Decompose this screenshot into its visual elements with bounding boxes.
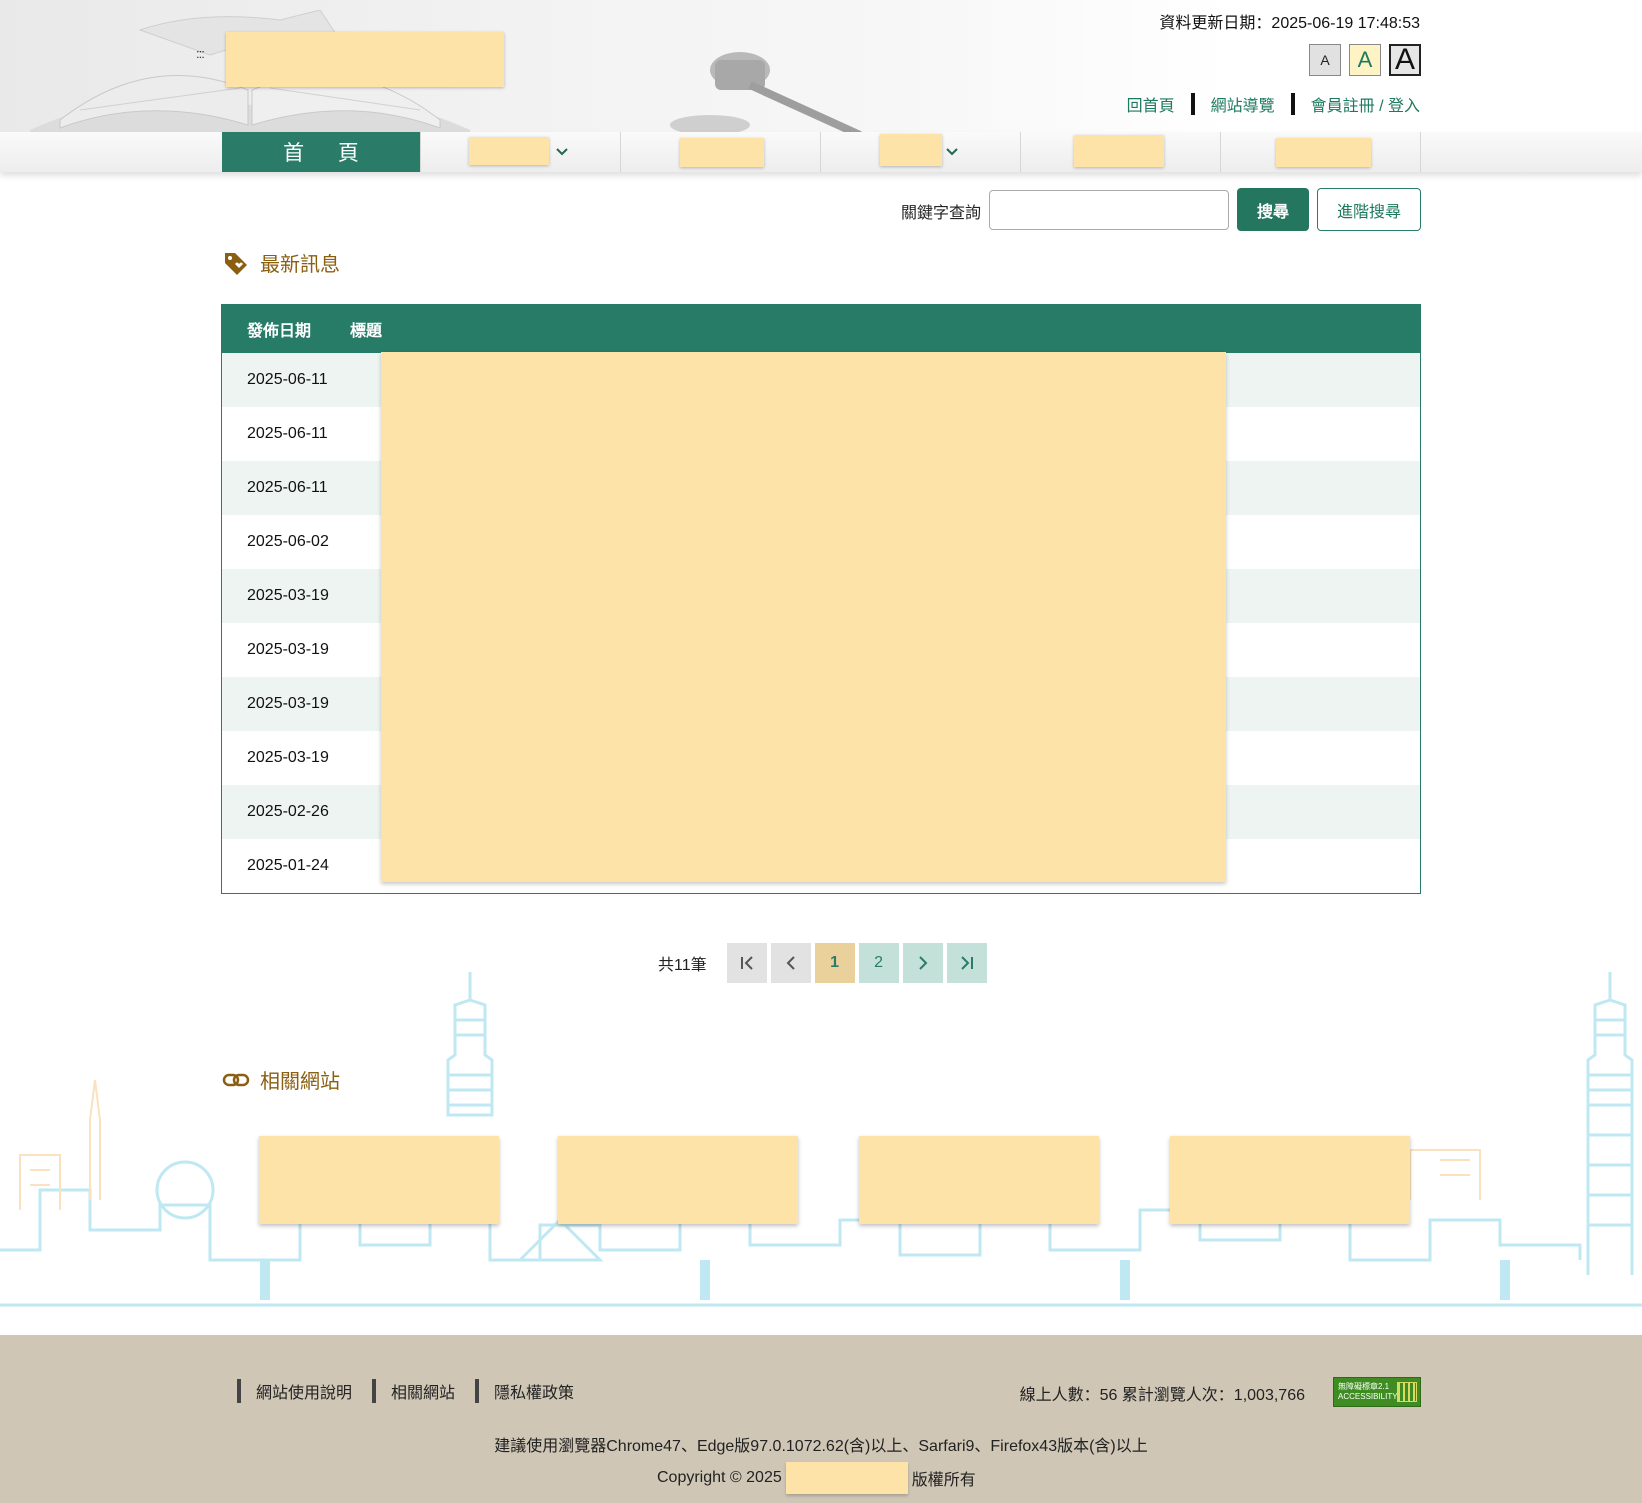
next-page-button[interactable] [902,943,943,983]
related-heading-text: 相關網站 [260,1071,340,1093]
nav-label-redacted [1074,135,1164,167]
footer-links: 網站使用說明 相關網站 隱私權政策 [237,1379,594,1403]
news-heading-text: 最新訊息 [260,254,340,276]
main-nav: 首 頁 [0,132,1642,172]
row-date: 2025-06-11 [247,425,328,442]
nav-label-redacted [469,137,549,165]
font-large-button[interactable]: A [1389,43,1421,76]
footer-link-usage[interactable]: 網站使用說明 [256,1379,352,1403]
page-1-button[interactable]: 1 [814,943,855,983]
font-size-switcher: A A A [1309,43,1421,76]
footer-link-related[interactable]: 相關網站 [391,1379,455,1403]
row-date: 2025-03-19 [247,695,329,712]
nav-item-6[interactable] [1221,132,1421,172]
copyright-prefix: Copyright © 2025 [657,1469,782,1486]
accessibility-badge-text: 無障礙標章2.1 ACCESSIBILITY [1338,1382,1398,1401]
advanced-search-button[interactable]: 進階搜尋 [1317,188,1421,231]
divider [1290,93,1295,115]
site-header: ::: 資料更新日期：2025-06-19 17:48:53 A A A 回首頁… [0,0,1642,132]
chevron-left-icon [786,956,795,970]
chevron-down-icon [946,148,958,156]
divider [1190,93,1195,115]
gavel-illustration [670,52,862,132]
news-heading: 最新訊息 [222,248,340,277]
search-label: 關鍵字查詢 [901,205,982,222]
home-link[interactable]: 回首頁 [1127,92,1175,116]
font-medium-button[interactable]: A [1349,44,1381,76]
table-header: 發佈日期 標題 [222,305,1420,353]
page-2-button[interactable]: 2 [858,943,899,983]
row-date: 2025-06-11 [247,479,328,496]
nav-label-redacted [880,134,942,166]
related-heading: 相關網站 [222,1065,340,1094]
site-logo[interactable] [226,32,504,87]
sitemap-link[interactable]: 網站導覽 [1211,92,1275,116]
divider [237,1379,241,1403]
redacted-owner [785,1462,908,1494]
visitor-counter: 線上人數：56 累計瀏覽人次：1,003,766 [1019,1387,1305,1404]
nav-home[interactable]: 首 頁 [222,132,421,172]
member-login-link[interactable]: 會員註冊 / 登入 [1311,92,1420,116]
first-page-icon [740,956,753,970]
row-date: 2025-06-11 [247,371,328,388]
nav-item-3[interactable] [621,132,821,172]
nav-item-5[interactable] [1021,132,1221,172]
search-input[interactable] [989,190,1229,230]
access-key[interactable]: ::: [196,46,205,61]
copyright: Copyright © 2025 版權所有 [657,1462,976,1494]
badge-grid-icon [1397,1382,1417,1402]
update-timestamp: 資料更新日期：2025-06-19 17:48:53 [1159,15,1420,32]
copyright-suffix: 版權所有 [911,1472,976,1489]
redacted-titles [381,352,1226,882]
row-date: 2025-03-19 [247,749,329,766]
browser-note: 建議使用瀏覽器Chrome47、Edge版97.0.1072.62(含)以上、S… [494,1438,1148,1455]
related-site-card[interactable] [1170,1136,1410,1224]
chevron-down-icon [556,148,568,156]
row-date: 2025-06-02 [247,533,329,550]
pagination: 共11筆 1 2 [658,943,987,983]
chevron-right-icon [918,956,928,970]
column-header-date: 發佈日期 [247,323,312,340]
row-date: 2025-01-24 [247,857,329,874]
nav-item-4[interactable] [821,132,1021,172]
last-page-button[interactable] [946,943,987,983]
accessibility-badge[interactable]: 無障礙標章2.1 ACCESSIBILITY [1333,1377,1421,1407]
tag-icon [225,252,247,275]
column-header-title: 標題 [350,323,383,340]
nav-item-2[interactable] [421,132,621,172]
last-page-icon [960,956,973,970]
row-date: 2025-03-19 [247,641,329,658]
font-small-button[interactable]: A [1309,44,1341,76]
footer-link-privacy[interactable]: 隱私權政策 [494,1379,574,1403]
top-links: 回首頁 網站導覽 會員註冊 / 登入 [1127,92,1420,116]
result-count: 共11筆 [658,957,707,974]
divider [475,1379,480,1403]
row-date: 2025-03-19 [247,587,329,604]
related-site-card[interactable] [259,1136,499,1224]
row-date: 2025-02-26 [247,803,329,820]
link-icon [222,1073,250,1086]
search-button[interactable]: 搜尋 [1237,188,1309,231]
nav-label-redacted [680,138,764,167]
nav-label-redacted [1276,138,1371,167]
related-site-card[interactable] [558,1136,798,1224]
divider [372,1379,377,1403]
first-page-button[interactable] [726,943,767,983]
prev-page-button[interactable] [770,943,811,983]
related-site-card[interactable] [859,1136,1099,1224]
